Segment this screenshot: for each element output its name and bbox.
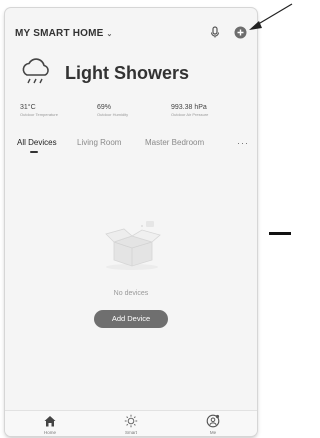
empty-state-message: No devices (113, 290, 149, 297)
empty-box-icon (105, 221, 161, 270)
room-tabs: All Devices Living Room Master Bedroom (17, 138, 257, 156)
stat-value: 993.38 hPa (171, 104, 207, 111)
tabbar-home[interactable]: Home (30, 414, 70, 435)
add-circle-icon[interactable] (234, 26, 247, 39)
tab-all-devices[interactable]: All Devices (17, 138, 57, 147)
tabbar-label: Me (209, 430, 217, 435)
microphone-icon[interactable] (208, 25, 222, 39)
bottom-tab-bar: Home Smart Me (5, 410, 257, 436)
home-selector[interactable]: MY SMART HOME ⌄ (15, 28, 113, 39)
temperature-stat: 31°C Outdoor Temperature (20, 104, 58, 117)
home-icon (44, 416, 56, 427)
tabbar-label: Home (43, 430, 56, 435)
tab-living-room[interactable]: Living Room (77, 138, 121, 147)
weather-condition: Light Showers (65, 63, 190, 83)
stat-label: Outdoor Temperature (20, 112, 58, 117)
weather-summary: Light Showers (19, 58, 249, 91)
more-tabs-button[interactable]: ··· (237, 138, 249, 148)
tabbar-label: Smart (124, 430, 137, 435)
home-title: MY SMART HOME (15, 28, 104, 39)
humidity-stat: 69% Outdoor Humidity (97, 104, 128, 117)
tabbar-me[interactable]: Me (193, 414, 233, 435)
separator-bar (269, 232, 291, 235)
phone-screen: MY SMART HOME ⌄ Light Showers 31°C Outdo… (5, 8, 257, 436)
active-tab-indicator (30, 151, 38, 153)
tab-master-bedroom[interactable]: Master Bedroom (145, 138, 204, 147)
weather-stats: 31°C Outdoor Temperature 69% Outdoor Hum… (20, 104, 252, 124)
stat-value: 69% (97, 104, 112, 111)
stat-value: 31°C (20, 104, 36, 111)
stat-label: Outdoor Air Pressure (171, 112, 209, 117)
sun-icon (124, 414, 138, 428)
chevron-down-icon: ⌄ (106, 30, 113, 38)
stat-label: Outdoor Humidity (97, 112, 129, 117)
add-device-button[interactable]: Add Device (94, 310, 168, 328)
rain-cloud-icon (22, 58, 49, 84)
profile-icon (206, 414, 220, 428)
tabbar-smart[interactable]: Smart (111, 414, 151, 435)
pressure-stat: 993.38 hPa Outdoor Air Pressure (171, 104, 208, 117)
